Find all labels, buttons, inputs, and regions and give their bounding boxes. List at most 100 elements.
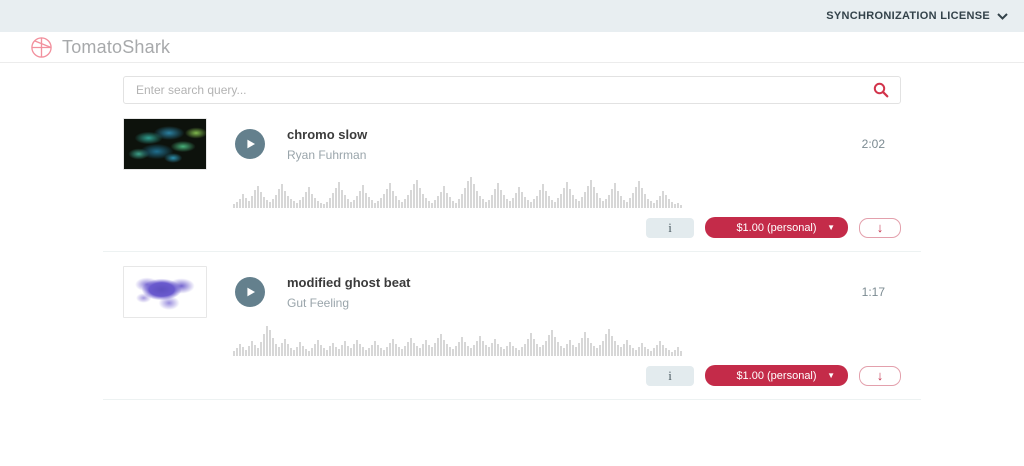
waveform-bar [404,199,406,208]
waveform-bar [644,347,646,356]
waveform-bar [359,344,361,356]
waveform-bar [599,198,601,208]
waveform-bar [425,340,427,356]
play-button[interactable] [235,129,265,159]
waveform-bar [410,190,412,208]
price-dropdown-button[interactable]: $1.00 (personal) ▼ [705,365,848,386]
waveform-bar [353,200,355,208]
waveform-bar [398,200,400,208]
header: TomatoShark [0,32,1024,63]
waveform-bar [236,202,238,208]
waveform-bar [398,347,400,356]
waveform-bar [605,334,607,356]
waveform-bar [263,334,265,356]
waveform-bar [545,191,547,208]
waveform-bar [662,191,664,208]
waveform-bar [512,198,514,208]
waveform-bar [377,201,379,208]
download-button[interactable]: ↓ [859,218,901,238]
waveform-bar [407,342,409,356]
waveform-bar [479,196,481,208]
waveform-bar [365,350,367,356]
waveform-bar [257,186,259,208]
waveform-bar [440,192,442,208]
waveform-bar [296,203,298,208]
waveform-bar [557,342,559,356]
track-top: modified ghost beat Gut Feeling 1:17 [123,266,901,318]
track-actions: i $1.00 (personal) ▼ ↓ [123,217,901,238]
info-button[interactable]: i [646,218,694,238]
waveform-bar [518,350,520,356]
search-button[interactable] [862,82,900,98]
waveform-bar [251,341,253,356]
waveform-bar [419,188,421,208]
waveform-bar [560,194,562,208]
waveform-bar [320,203,322,208]
waveform-bar [659,341,661,356]
waveform-bar [254,190,256,208]
waveform-bar [527,200,529,208]
waveform-bar [635,187,637,208]
waveform-bar [476,191,478,208]
waveform-bar [659,196,661,208]
waveform-bar [656,200,658,208]
waveform-bar [551,330,553,356]
waveform-bar [422,344,424,356]
waveform-bar [377,345,379,356]
track-title: chromo slow [287,127,367,142]
waveform-bar [491,343,493,356]
license-dropdown-label: SYNCHRONIZATION LICENSE [826,10,990,22]
waveform-bar [395,344,397,356]
brand[interactable]: TomatoShark [30,36,170,59]
waveform-bar [299,200,301,208]
waveform-bar [440,334,442,356]
waveform-bar [503,349,505,356]
waveform-bar [311,194,313,208]
waveform-bar [392,191,394,208]
info-icon: i [668,369,672,382]
waveform-bar [515,348,517,356]
track-meta: chromo slow Ryan Fuhrman [287,127,367,162]
dropdown-arrow-icon: ▼ [827,224,835,232]
waveform-bar [431,203,433,208]
waveform-bar [338,182,340,208]
waveform-bar [584,332,586,356]
waveform-bar [341,345,343,356]
track-row: modified ghost beat Gut Feeling 1:17 i $… [103,252,921,400]
waveform-bar [539,347,541,356]
waveform-bar [677,347,679,356]
waveform-seekbar[interactable] [233,176,685,208]
waveform-bar [335,188,337,208]
play-button[interactable] [235,277,265,307]
waveform-bar [413,184,415,208]
waveform-bar [320,345,322,356]
track-thumbnail [123,266,207,318]
waveform-bar [383,350,385,356]
waveform-bar [347,199,349,208]
download-button[interactable]: ↓ [859,366,901,386]
waveform-bar [632,193,634,208]
waveform-bar [314,344,316,356]
waveform-bar [242,194,244,208]
waveform-bar [653,203,655,208]
waveform-bar [368,348,370,356]
waveform-bar [668,199,670,208]
info-button[interactable]: i [646,366,694,386]
waveform-bar [323,204,325,208]
waveform-bar [590,180,592,208]
waveform-bar [233,351,235,356]
waveform-seekbar[interactable] [233,324,685,356]
license-dropdown[interactable]: SYNCHRONIZATION LICENSE [826,10,1008,22]
track-artist: Ryan Fuhrman [287,148,367,162]
waveform-bar [278,347,280,356]
waveform-bar [236,348,238,356]
search-input[interactable] [124,83,862,97]
waveform-bar [494,339,496,356]
waveform-bar [602,201,604,208]
waveform-bar [593,187,595,208]
price-dropdown-button[interactable]: $1.00 (personal) ▼ [705,217,848,238]
waveform-bar [605,199,607,208]
waveform-bar [491,195,493,208]
waveform-bar [575,199,577,208]
waveform-bar [329,198,331,208]
